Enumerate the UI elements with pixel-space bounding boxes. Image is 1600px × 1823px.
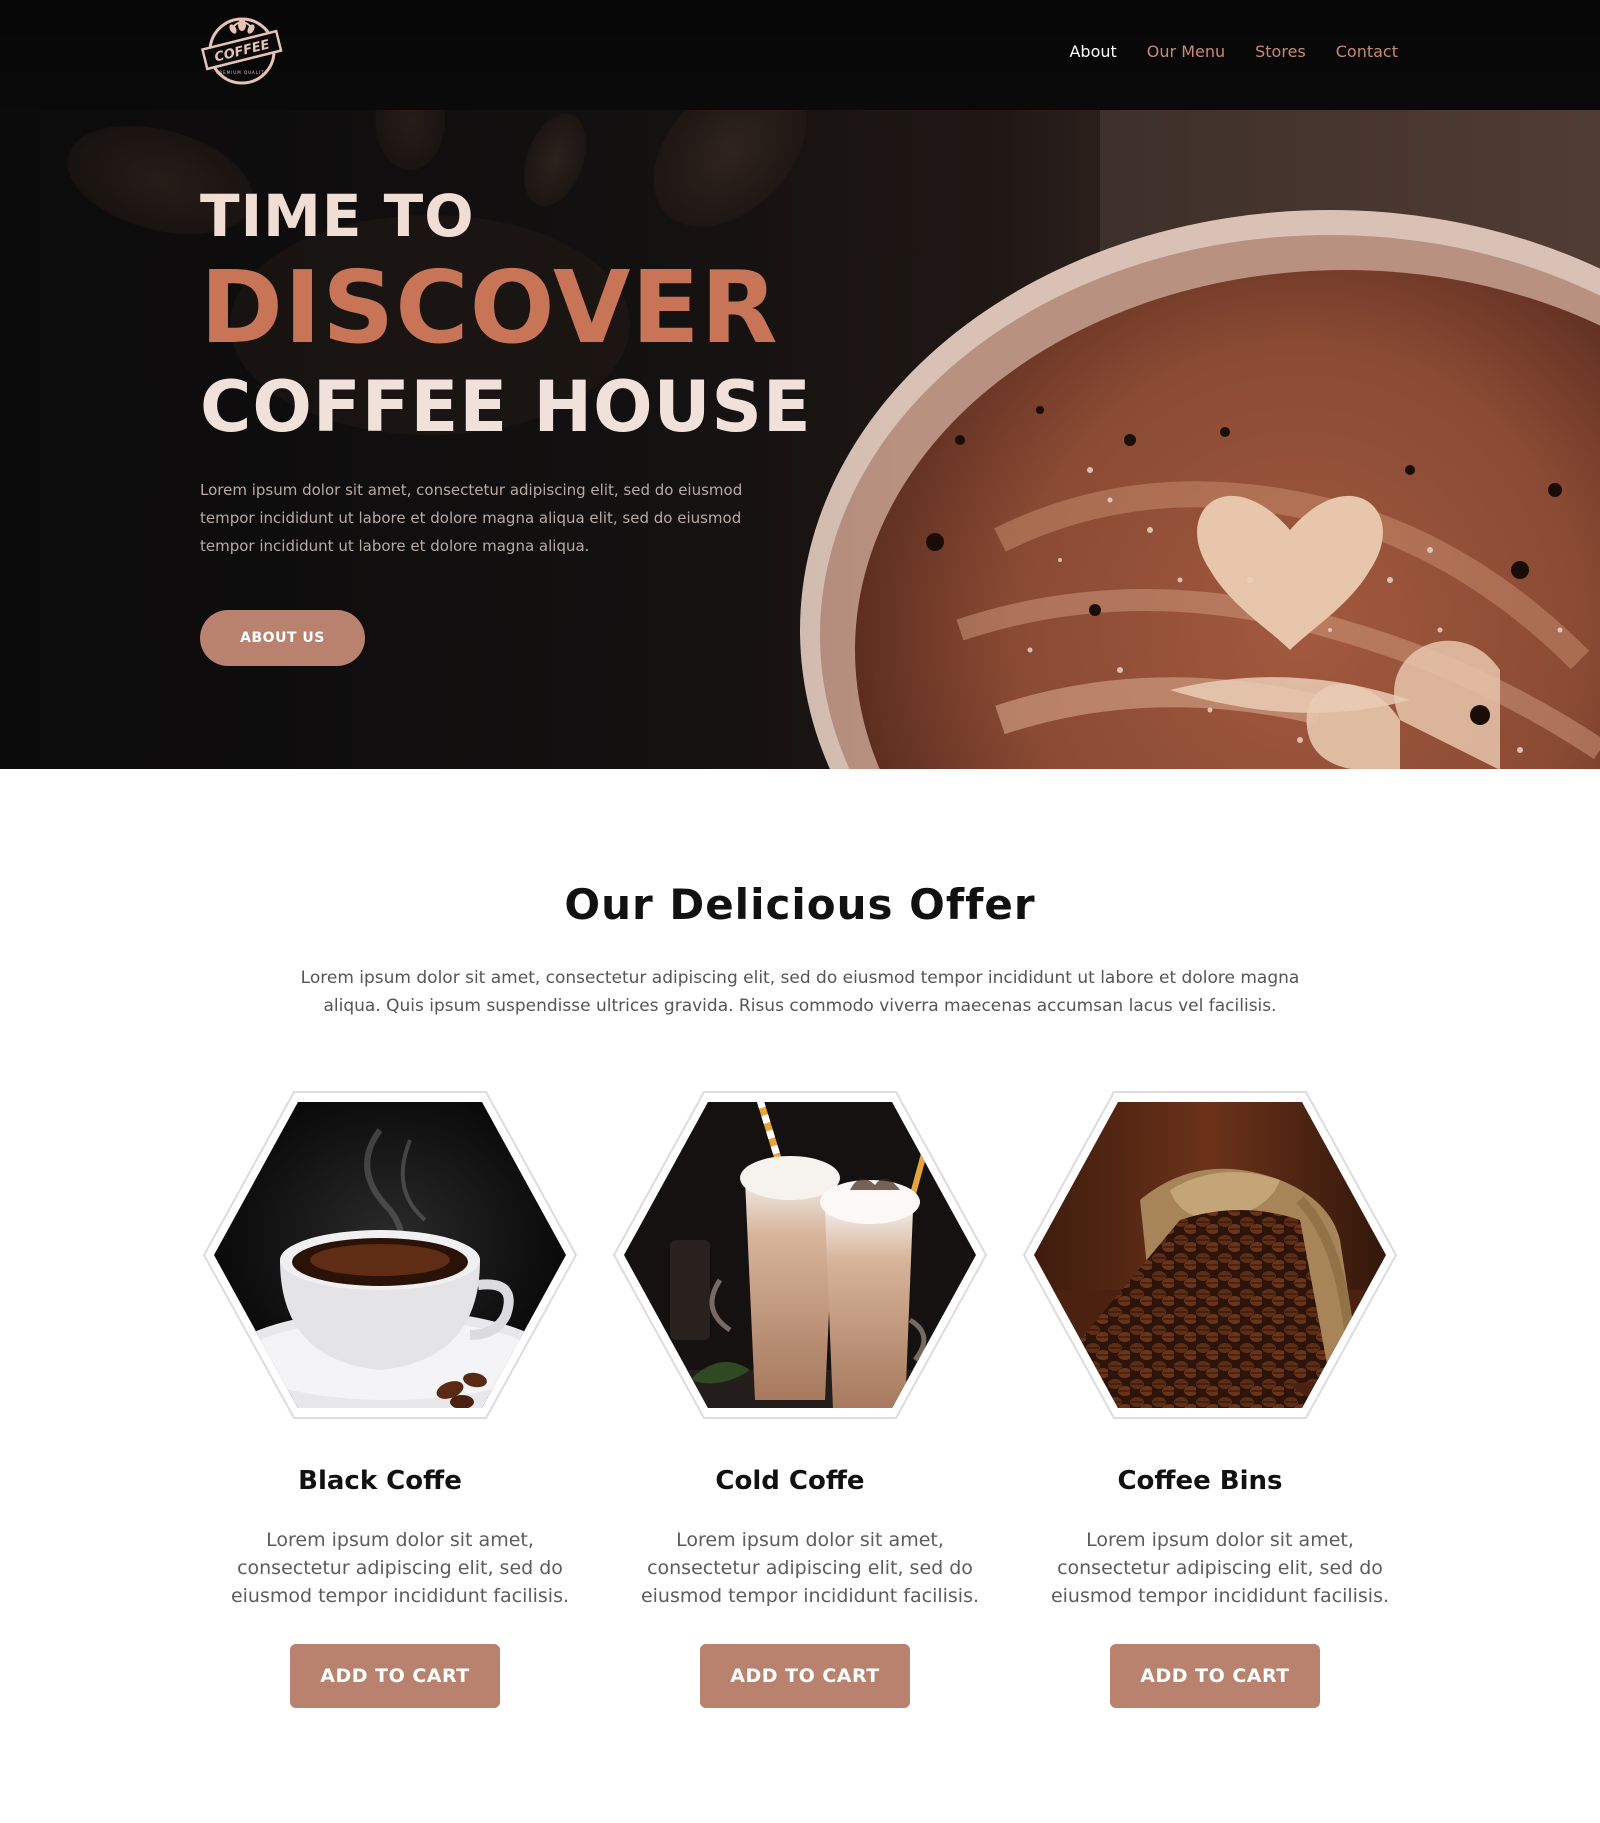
nav-item-contact[interactable]: Contact [1336, 42, 1398, 61]
nav-item-stores[interactable]: Stores [1255, 42, 1306, 61]
hero-title-line-2: DISCOVER [200, 249, 779, 366]
about-us-button[interactable]: ABOUT US [200, 610, 365, 666]
offer-description: Lorem ipsum dolor sit amet, consectetur … [300, 968, 1300, 1016]
hero-description: Lorem ipsum dolor sit amet, consectetur … [200, 481, 743, 555]
card-title: Black Coffe [298, 1466, 462, 1496]
hero-title-line-1: TIME TO [200, 182, 475, 250]
hero-title-line-3: COFFEE HOUSE [200, 366, 812, 448]
black-coffee-image[interactable] [200, 1090, 580, 1420]
main-nav: About Our Menu Stores Contact [1039, 42, 1398, 61]
product-card-black-coffee: Black Coffe Lorem ipsum dolor sit amet, … [200, 1090, 580, 1730]
add-to-cart-button[interactable]: ADD TO CART [700, 1644, 910, 1708]
cold-coffee-image[interactable] [610, 1090, 990, 1420]
card-title: Coffee Bins [1117, 1466, 1283, 1496]
nav-item-our-menu[interactable]: Our Menu [1147, 42, 1225, 61]
add-to-cart-button[interactable]: ADD TO CART [1110, 1644, 1320, 1708]
svg-text:PREMIUM QUALITY: PREMIUM QUALITY [216, 70, 268, 75]
card-description: Lorem ipsum dolor sit amet, consectetur … [230, 1529, 570, 1607]
product-card-coffee-bins: Coffee Bins Lorem ipsum dolor sit amet, … [1020, 1090, 1400, 1730]
nav-item-about[interactable]: About [1069, 42, 1116, 61]
product-card-cold-coffee: Cold Coffe Lorem ipsum dolor sit amet, c… [610, 1090, 990, 1730]
site-header: COFFEE PREMIUM QUALITY About Our Menu St… [0, 0, 1600, 110]
card-description: Lorem ipsum dolor sit amet, consectetur … [640, 1529, 980, 1607]
add-to-cart-button[interactable]: ADD TO CART [290, 1644, 500, 1708]
hero-content: TIME TO DISCOVER COFFEE HOUSE Lorem ipsu… [200, 182, 900, 666]
card-description: Lorem ipsum dolor sit amet, consectetur … [1050, 1529, 1390, 1607]
card-title: Cold Coffe [715, 1466, 865, 1496]
offer-title: Our Delicious Offer [564, 880, 1036, 929]
hero-section: TIME TO DISCOVER COFFEE HOUSE Lorem ipsu… [0, 110, 1600, 769]
coffee-logo[interactable]: COFFEE PREMIUM QUALITY [200, 14, 284, 86]
coffee-beans-image[interactable] [1020, 1090, 1400, 1420]
